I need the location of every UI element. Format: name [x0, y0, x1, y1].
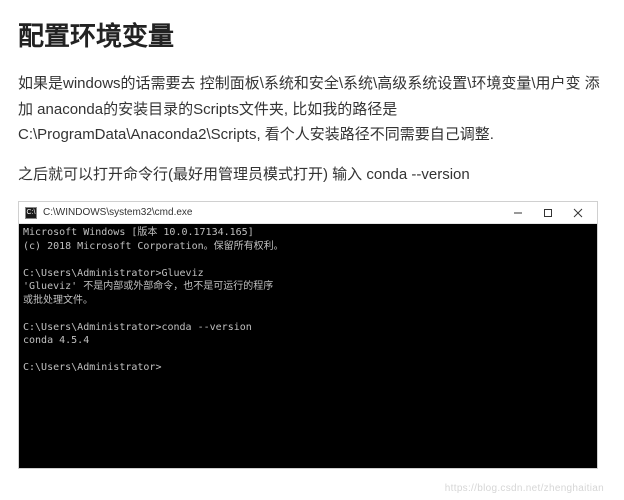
terminal-line: C:\Users\Administrator>Glueviz [23, 268, 204, 279]
watermark-text: https://blog.csdn.net/zhenghaitian [445, 483, 604, 494]
body-paragraph-1: 如果是windows的话需要去 控制面板\系统和安全\系统\高级系统设置\环境变… [18, 71, 606, 148]
terminal-line: 或批处理文件。 [23, 295, 93, 306]
minimize-button[interactable] [503, 203, 533, 223]
window-title-text: C:\WINDOWS\system32\cmd.exe [43, 207, 503, 218]
terminal-line: conda 4.5.4 [23, 335, 89, 346]
window-title-bar: C:\ C:\WINDOWS\system32\cmd.exe [19, 202, 597, 224]
body-paragraph-2: 之后就可以打开命令行(最好用管理员模式打开) 输入 conda --versio… [18, 162, 606, 188]
cmd-icon: C:\ [25, 207, 37, 219]
window-controls [503, 203, 593, 223]
terminal-line: C:\Users\Administrator>conda --version [23, 322, 252, 333]
section-heading: 配置环境变量 [18, 16, 606, 53]
terminal-body: Microsoft Windows [版本 10.0.17134.165] (c… [19, 224, 597, 468]
terminal-line: 'Glueviz' 不是内部或外部命令，也不是可运行的程序 [23, 281, 273, 292]
terminal-line: (c) 2018 Microsoft Corporation。保留所有权利。 [23, 241, 284, 252]
close-button[interactable] [563, 203, 593, 223]
maximize-button[interactable] [533, 203, 563, 223]
terminal-line: C:\Users\Administrator> [23, 362, 161, 373]
terminal-screenshot: C:\ C:\WINDOWS\system32\cmd.exe Microsof… [18, 201, 598, 469]
terminal-line: Microsoft Windows [版本 10.0.17134.165] [23, 227, 254, 238]
